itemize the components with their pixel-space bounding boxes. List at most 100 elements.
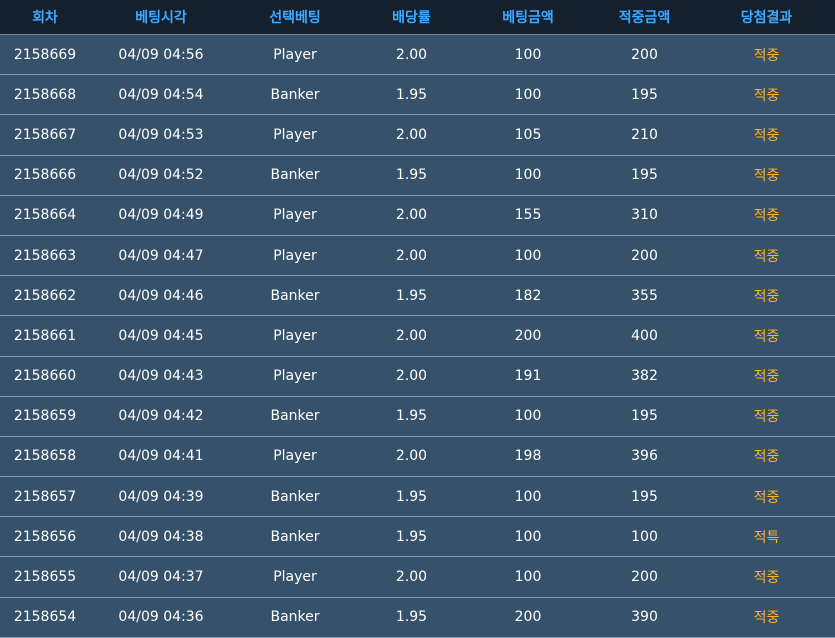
table-body: 2158669 04/09 04:56 Player 2.00 100 200 …	[0, 35, 835, 638]
bet-amount-cell: 100	[514, 46, 542, 63]
result-cell: 적중	[753, 288, 780, 305]
win-amount-cell: 400	[631, 327, 658, 344]
bet-amount-cell: 100	[514, 408, 542, 425]
time-cell: 04/09 04:52	[118, 167, 204, 184]
result-cell: 적중	[753, 87, 780, 104]
win-amount-cell: 195	[631, 488, 658, 505]
pick-cell: Banker	[270, 167, 320, 184]
win-amount-cell: 195	[631, 408, 658, 425]
betting-history-table: 회차 베팅시각 선택베팅 배당률 베팅금액 적중금액 당첨결과 2158669 …	[0, 0, 835, 638]
column-header-result: 당첨결과	[740, 10, 793, 26]
result-cell: 적중	[753, 208, 780, 225]
result-cell: 적특	[753, 529, 780, 546]
table-row: 2158663 04/09 04:47 Player 2.00 100 200 …	[0, 235, 835, 277]
table-row: 2158659 04/09 04:42 Banker 1.95 100 195 …	[0, 396, 835, 437]
table-row: 2158654 04/09 04:36 Banker 1.95 200 390 …	[0, 597, 835, 638]
bet-amount-cell: 100	[514, 167, 542, 184]
round-cell: 2158657	[13, 488, 77, 505]
round-cell: 2158654	[13, 609, 77, 626]
time-cell: 04/09 04:45	[118, 327, 204, 344]
odds-cell: 1.95	[395, 528, 428, 545]
pick-cell: Player	[273, 46, 317, 63]
odds-cell: 2.00	[395, 569, 428, 586]
table-row: 2158666 04/09 04:52 Banker 1.95 100 195 …	[0, 155, 835, 196]
result-cell: 적중	[753, 610, 780, 627]
bet-amount-cell: 155	[514, 207, 542, 224]
result-cell: 적중	[753, 489, 780, 506]
column-header-round: 회차	[32, 10, 58, 26]
time-cell: 04/09 04:53	[118, 126, 204, 143]
odds-cell: 2.00	[395, 207, 428, 224]
bet-amount-cell: 182	[514, 287, 542, 304]
round-cell: 2158655	[13, 569, 77, 586]
round-cell: 2158666	[13, 167, 77, 184]
table-row: 2158664 04/09 04:49 Player 2.00 155 310 …	[0, 195, 835, 236]
win-amount-cell: 355	[631, 287, 658, 304]
odds-cell: 1.95	[395, 609, 428, 626]
table-row: 2158668 04/09 04:54 Banker 1.95 100 195 …	[0, 75, 835, 116]
win-amount-cell: 195	[631, 167, 658, 184]
pick-cell: Player	[273, 569, 317, 586]
time-cell: 04/09 04:38	[118, 528, 204, 545]
time-cell: 04/09 04:56	[118, 46, 204, 63]
round-cell: 2158656	[13, 528, 77, 545]
time-cell: 04/09 04:36	[118, 609, 204, 626]
time-cell: 04/09 04:42	[118, 408, 204, 425]
win-amount-cell: 390	[631, 609, 658, 626]
win-amount-cell: 210	[631, 126, 658, 143]
result-cell: 적중	[753, 369, 780, 386]
odds-cell: 2.00	[395, 448, 428, 465]
win-amount-cell: 195	[631, 86, 658, 103]
pick-cell: Banker	[270, 528, 320, 545]
pick-cell: Player	[273, 327, 317, 344]
bet-amount-cell: 200	[514, 609, 542, 626]
round-cell: 2158668	[13, 86, 77, 103]
win-amount-cell: 200	[631, 247, 658, 264]
table-row: 2158656 04/09 04:38 Banker 1.95 100 100 …	[0, 517, 835, 558]
time-cell: 04/09 04:54	[118, 86, 204, 103]
time-cell: 04/09 04:47	[118, 247, 204, 264]
odds-cell: 1.95	[395, 287, 428, 304]
time-cell: 04/09 04:46	[118, 287, 204, 304]
round-cell: 2158663	[13, 247, 77, 264]
odds-cell: 2.00	[395, 46, 428, 63]
win-amount-cell: 100	[631, 528, 658, 545]
time-cell: 04/09 04:37	[118, 569, 204, 586]
result-cell: 적중	[753, 328, 780, 345]
pick-cell: Banker	[270, 86, 320, 103]
result-cell: 적중	[753, 570, 780, 587]
pick-cell: Banker	[270, 287, 320, 304]
table-row: 2158658 04/09 04:41 Player 2.00 198 396 …	[0, 436, 835, 478]
pick-cell: Player	[273, 368, 317, 385]
odds-cell: 1.95	[395, 86, 428, 103]
bet-amount-cell: 100	[514, 528, 542, 545]
table-row: 2158660 04/09 04:43 Player 2.00 191 382 …	[0, 356, 835, 397]
time-cell: 04/09 04:39	[118, 488, 204, 505]
time-cell: 04/09 04:43	[118, 368, 204, 385]
pick-cell: Player	[273, 207, 317, 224]
bet-amount-cell: 100	[514, 86, 542, 103]
round-cell: 2158667	[13, 126, 77, 143]
odds-cell: 2.00	[395, 126, 428, 143]
pick-cell: Player	[273, 247, 317, 264]
bet-amount-cell: 100	[514, 569, 542, 586]
column-header-odds: 배당률	[392, 10, 431, 26]
result-cell: 적중	[753, 47, 780, 64]
odds-cell: 2.00	[395, 327, 428, 344]
table-row: 2158662 04/09 04:46 Banker 1.95 182 355 …	[0, 276, 835, 317]
round-cell: 2158658	[13, 448, 77, 465]
round-cell: 2158669	[13, 46, 77, 63]
table-row: 2158661 04/09 04:45 Player 2.00 200 400 …	[0, 316, 835, 357]
table-row: 2158655 04/09 04:37 Player 2.00 100 200 …	[0, 557, 835, 598]
win-amount-cell: 382	[631, 368, 658, 385]
win-amount-cell: 396	[631, 448, 658, 465]
round-cell: 2158662	[13, 287, 77, 304]
win-amount-cell: 310	[631, 207, 658, 224]
odds-cell: 1.95	[395, 167, 428, 184]
bet-amount-cell: 191	[514, 368, 542, 385]
table-row: 2158669 04/09 04:56 Player 2.00 100 200 …	[0, 35, 835, 76]
round-cell: 2158660	[13, 368, 77, 385]
pick-cell: Banker	[270, 408, 320, 425]
round-cell: 2158664	[13, 207, 77, 224]
win-amount-cell: 200	[631, 46, 658, 63]
